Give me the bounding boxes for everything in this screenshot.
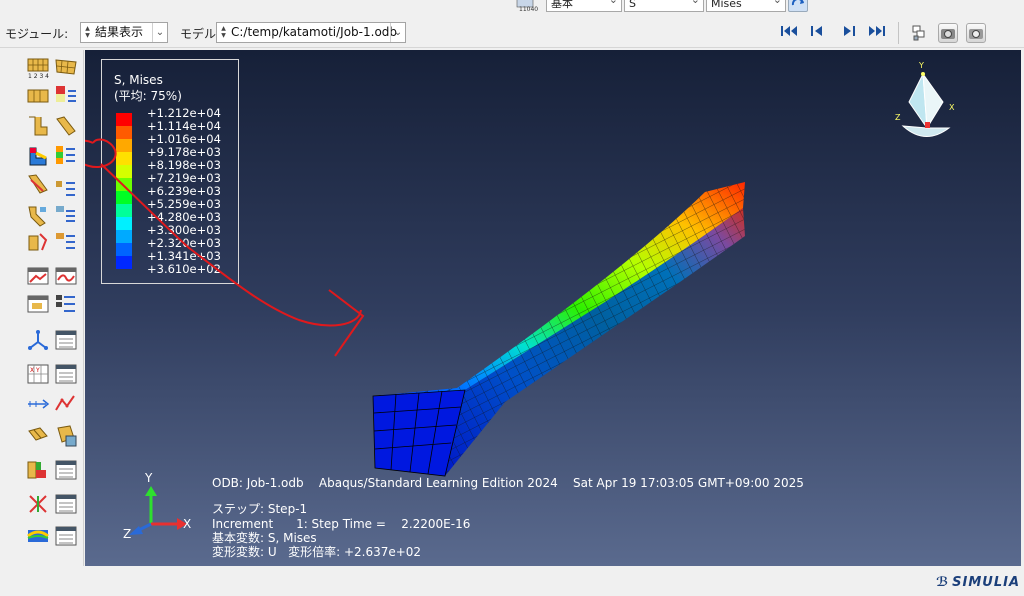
module-label: モジュール:	[5, 27, 69, 41]
toolbar-divider	[898, 22, 899, 44]
animate-time-history-icon[interactable]	[26, 264, 50, 288]
deformed-shape-icon[interactable]	[54, 56, 78, 80]
beam-side-mesh	[445, 208, 745, 476]
odb-info-text: ODB: Job-1.odb Abaqus/Standard Learning …	[212, 476, 804, 490]
svg-text:1 2 3 4: 1 2 3 4	[28, 73, 49, 80]
create-path-icon[interactable]	[26, 392, 50, 416]
plot-contours-icon[interactable]	[26, 144, 50, 168]
create-xy-data-icon[interactable]: X Y	[26, 362, 50, 386]
contour-options-icon[interactable]	[54, 144, 78, 168]
red-annotation-arrow	[85, 138, 365, 357]
display-group-manager-icon[interactable]	[54, 424, 78, 448]
invariant-combo-a[interactable]: 基本	[546, 0, 622, 12]
xy-plot-icon[interactable]	[54, 392, 78, 416]
ds-logo-icon: ℬ	[936, 575, 950, 590]
invariant-combo[interactable]: Mises	[706, 0, 786, 12]
deformed-variable-text: 変形変数: U 変形倍率: +2.637e+02	[212, 545, 422, 559]
model-value: C:/temp/katamoti/Job-1.odb	[231, 25, 398, 39]
variable-combo[interactable]: S	[624, 0, 704, 12]
free-body-manager-icon[interactable]	[54, 524, 78, 548]
color-code-icon[interactable]	[26, 458, 50, 482]
color-code-manager-icon[interactable]	[54, 458, 78, 482]
brand-name: SIMULIA	[952, 575, 1020, 590]
view-cut-icon[interactable]	[26, 328, 50, 352]
view-cube-y-label: Y	[918, 62, 924, 70]
stream-manager-icon[interactable]	[54, 492, 78, 516]
view-cube-icon[interactable]: Y X Z	[893, 62, 963, 152]
chevron-down-icon[interactable]: ⌄	[390, 23, 405, 42]
spin-arrows-icon[interactable]: ▲ ▼	[83, 25, 92, 40]
camera-copy-icon[interactable]	[966, 23, 986, 43]
step-info-text: ステップ: Step-1	[212, 502, 308, 516]
time-history-options-icon[interactable]	[54, 292, 78, 316]
context-toolbar: モジュール: ▲ ▼ 結果表示 ⌄ モデル: ▲ ▼ C:/temp/katamot…	[0, 18, 1024, 48]
view-cube-x-label: X	[949, 103, 955, 112]
chevron-down-icon[interactable]: ⌄	[152, 23, 167, 42]
animate-harmonic-icon[interactable]	[54, 264, 78, 288]
contour-deformed-icon[interactable]	[26, 172, 50, 196]
xy-data-manager-icon[interactable]	[54, 362, 78, 386]
top-toolbar-strip: 11040 基本 S Mises	[0, 0, 1024, 16]
plot-contours-both-icon[interactable]	[26, 84, 50, 108]
allow-multiple-plot-icon[interactable]	[54, 84, 78, 108]
undeformed-shape-icon[interactable]: 1 2 3 4	[26, 56, 50, 80]
ply-stack-plot-icon[interactable]	[26, 204, 50, 228]
ply-stack-options-icon[interactable]	[54, 204, 78, 228]
animation-options-icon[interactable]	[54, 230, 78, 254]
module-value: 結果表示	[95, 25, 144, 39]
status-bar: ℬ SIMULIA	[0, 566, 1024, 596]
refresh-icon[interactable]	[788, 0, 808, 12]
triad-z-label: Z	[123, 527, 131, 541]
display-group-icon[interactable]	[26, 424, 50, 448]
material-orientation-icon[interactable]	[54, 114, 78, 138]
triad-x-label: X	[183, 517, 191, 531]
free-body-cut-icon[interactable]	[26, 524, 50, 548]
combo-c-value: Mises	[711, 0, 742, 10]
coordinate-triad: Y X Z	[123, 471, 191, 541]
animation-player-icon[interactable]	[26, 292, 50, 316]
left-toolbox: 1 2 3 4 X Y	[16, 50, 84, 566]
svg-text:X Y: X Y	[30, 367, 40, 374]
symbol-options-icon[interactable]	[54, 178, 78, 202]
module-select[interactable]: ▲ ▼ 結果表示 ⌄	[80, 22, 168, 43]
triad-y-label: Y	[144, 471, 153, 485]
field-output-icon[interactable]: 11040	[514, 0, 546, 12]
spin-arrows-icon[interactable]: ▲ ▼	[219, 25, 228, 40]
svg-text:11040: 11040	[519, 6, 538, 12]
symbol-plot-icon[interactable]	[26, 114, 50, 138]
combo-a-value: 基本	[551, 0, 573, 10]
stream-plot-icon[interactable]	[26, 492, 50, 516]
combo-b-value: S	[629, 0, 636, 10]
camera-icon[interactable]	[938, 23, 958, 43]
model-select[interactable]: ▲ ▼ C:/temp/katamoti/Job-1.odb ⌄	[216, 22, 406, 43]
model-label: モデル:	[180, 27, 221, 41]
view-cube-z-label: Z	[895, 113, 901, 122]
view-cut-manager-icon[interactable]	[54, 328, 78, 352]
animate-scale-factor-icon[interactable]	[26, 230, 50, 254]
graphics-viewport[interactable]: S, Mises (平均: 75%) +1.212e+04 +1.114e+04 +…	[85, 50, 1021, 566]
increment-info-text: Increment 1: Step Time = 2.2200E-16	[212, 517, 471, 531]
primary-variable-text: 基本変数: S, Mises	[212, 531, 317, 545]
simulia-logo: ℬ SIMULIA	[936, 575, 1020, 590]
